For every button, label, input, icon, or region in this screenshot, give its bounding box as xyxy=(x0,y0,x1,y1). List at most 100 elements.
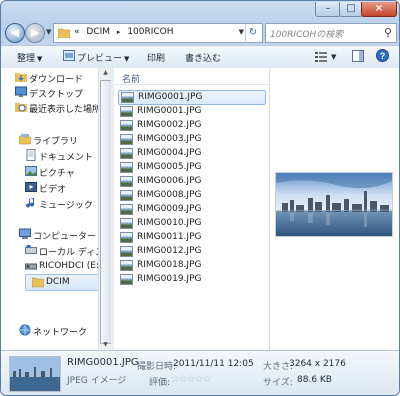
image-file-icon xyxy=(121,92,134,103)
image-file-icon xyxy=(120,148,133,159)
back-arrow-icon: ◀ xyxy=(10,26,20,39)
star-icon[interactable]: ☆ xyxy=(187,374,196,385)
file-name: RIMG0018.JPG xyxy=(137,260,202,270)
nav-label: ミュージック xyxy=(39,201,93,211)
title-bar: – □ × ◀ ▶ ▼ « DCIM ▸ 100RICOH ▼ ↻ 100RIC… xyxy=(1,1,399,45)
file-list: 名前 RIMG0001.JPG RIMG0001.JPG RIMG0002.JP… xyxy=(114,68,269,350)
folder-icon xyxy=(32,277,44,288)
file-name: RIMG0004.JPG xyxy=(137,148,202,158)
nav-label: ドキュメント xyxy=(39,153,94,163)
image-file-icon xyxy=(120,134,133,145)
nav-label: ピクチャ xyxy=(39,169,75,179)
details-pane: RIMG0001.JPG JPEG イメージ 撮影日時: 2011/11/11 … xyxy=(1,350,399,395)
file-name: RIMG0001.JPG xyxy=(138,92,203,102)
minimize-button[interactable]: – xyxy=(315,2,341,17)
organize-label: 整理 xyxy=(17,54,36,64)
filesize-value: 88.6 KB xyxy=(297,375,332,385)
image-file-icon xyxy=(120,176,133,187)
view-dropdown-icon[interactable]: ▼ xyxy=(331,53,336,61)
image-file-icon xyxy=(120,204,133,215)
image-file-icon xyxy=(120,218,133,229)
filesize-label: サイズ: xyxy=(263,378,293,388)
removable-drive-icon xyxy=(25,263,37,270)
burn-button[interactable]: 書き込む xyxy=(185,51,221,64)
nav-label: ダウンロード xyxy=(29,75,84,85)
image-file-icon xyxy=(120,162,133,173)
help-icon[interactable]: ? xyxy=(376,49,389,62)
search-icon: ⚲ xyxy=(383,26,392,39)
breadcrumb: « DCIM ▸ 100RICOH xyxy=(74,27,174,37)
details-filename: RIMG0001.JPG xyxy=(67,357,139,368)
refresh-button[interactable]: ↻ xyxy=(245,24,260,41)
preview-pane xyxy=(269,68,399,350)
file-name: RIMG0005.JPG xyxy=(137,162,202,172)
breadcrumb-overflow[interactable]: « xyxy=(74,27,80,37)
breadcrumb-dcim[interactable]: DCIM xyxy=(86,27,110,37)
maximize-button[interactable]: □ xyxy=(339,2,363,17)
print-button[interactable]: 印刷 xyxy=(147,51,165,64)
star-icon[interactable]: ☆ xyxy=(171,374,180,385)
chevron-down-icon: ▼ xyxy=(124,55,130,63)
dimensions-value: 3264 x 2176 xyxy=(289,359,346,369)
nav-item-dcim[interactable]: DCIM xyxy=(25,274,99,291)
photo-preview xyxy=(275,172,393,237)
nav-label: RICOHDCI (E:) xyxy=(39,261,103,271)
recent-pages-dropdown[interactable]: ▼ xyxy=(46,28,51,36)
preview-label: プレビュー xyxy=(77,54,123,64)
rating-stars[interactable]: ☆☆☆☆☆ xyxy=(171,374,212,385)
forward-arrow-icon: ▶ xyxy=(30,26,40,39)
downloads-folder-icon xyxy=(15,73,27,82)
libraries-icon xyxy=(19,134,31,145)
nav-label: ネットワーク xyxy=(33,328,88,338)
details-filetype: JPEG イメージ xyxy=(67,376,127,386)
forward-button[interactable]: ▶ xyxy=(25,23,45,43)
file-name: RIMG0008.JPG xyxy=(137,190,202,200)
preview-button[interactable]: プレビュー ▼ xyxy=(77,51,129,64)
hard-drive-icon xyxy=(25,245,37,254)
file-name: RIMG0011.JPG xyxy=(137,232,202,242)
documents-icon xyxy=(26,149,36,161)
address-bar[interactable]: « DCIM ▸ 100RICOH ▼ ↻ xyxy=(53,23,263,43)
pictures-icon xyxy=(25,166,37,176)
view-options-icon[interactable] xyxy=(315,52,327,62)
refresh-icon: ↻ xyxy=(248,27,258,38)
nav-label: ライブラリ xyxy=(33,137,79,147)
recent-places-icon xyxy=(15,103,27,112)
star-icon[interactable]: ☆ xyxy=(203,374,212,385)
close-icon: × xyxy=(374,3,384,14)
file-item-selected[interactable]: RIMG0001.JPG xyxy=(118,90,266,105)
header-divider xyxy=(114,84,269,85)
navigation-pane: ダウンロード デスクトップ 最近表示した場所 ライブラリ ドキュメント ピクチャ… xyxy=(1,68,113,350)
close-button[interactable]: × xyxy=(361,2,397,17)
file-name: RIMG0009.JPG xyxy=(137,204,202,214)
organize-button[interactable]: 整理 ▼ xyxy=(17,51,42,64)
svg-text:?: ? xyxy=(380,51,386,61)
file-name: RIMG0010.JPG xyxy=(137,218,202,228)
computer-icon xyxy=(19,228,31,239)
breadcrumb-separator[interactable]: ▸ xyxy=(117,28,121,36)
navigation-scrollbar[interactable]: ▲ ▼ xyxy=(98,68,112,350)
rating-label: 評価: xyxy=(149,378,171,388)
image-file-icon xyxy=(120,246,133,257)
breadcrumb-100ricoh[interactable]: 100RICOH xyxy=(127,27,173,37)
image-file-icon xyxy=(120,232,133,243)
nav-label: コンピューター xyxy=(33,232,97,242)
maximize-icon: □ xyxy=(346,3,356,14)
minimize-icon: – xyxy=(325,3,331,14)
image-file-icon xyxy=(120,106,133,117)
star-icon[interactable]: ☆ xyxy=(179,374,188,385)
explorer-window: – □ × ◀ ▶ ▼ « DCIM ▸ 100RICOH ▼ ↻ 100RIC… xyxy=(0,0,400,396)
nav-label: デスクトップ xyxy=(29,90,84,100)
search-input[interactable]: 100RICOHの検索 ⚲ xyxy=(265,23,397,43)
music-note-icon xyxy=(26,198,35,208)
nav-label: ビデオ xyxy=(39,185,67,195)
file-name: RIMG0012.JPG xyxy=(137,246,202,256)
search-placeholder: 100RICOHの検索 xyxy=(270,30,344,40)
back-button[interactable]: ◀ xyxy=(5,23,25,43)
nav-label: DCIM xyxy=(46,277,70,287)
nav-label: 最近表示した場所 xyxy=(29,105,102,115)
preview-pane-toggle-icon[interactable] xyxy=(352,50,364,62)
star-icon[interactable]: ☆ xyxy=(195,374,204,385)
image-file-icon xyxy=(120,274,133,285)
address-history-dropdown[interactable]: ▼ xyxy=(239,28,244,36)
